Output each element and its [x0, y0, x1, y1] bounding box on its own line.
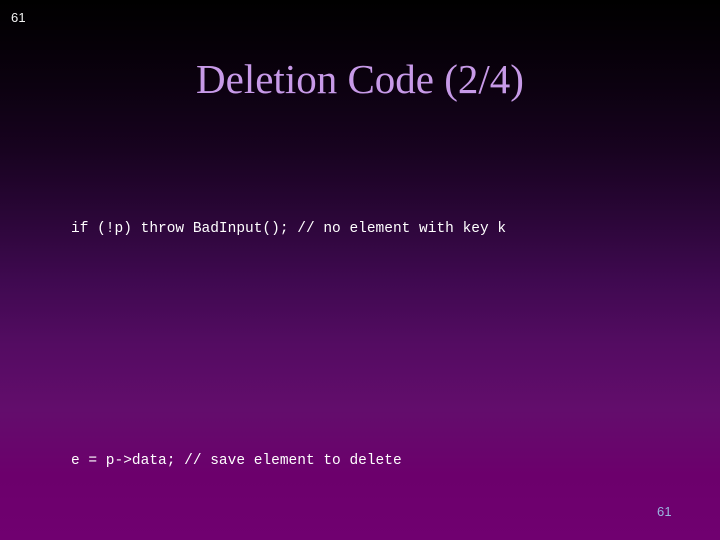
code-block-spacer [71, 336, 711, 355]
code-line: e = p->data; // save element to delete [71, 452, 402, 469]
slide-canvas: 61 Deletion Code (2/4) if (!p) throw Bad… [0, 0, 720, 540]
code-block-2: e = p->data; // save element to delete [71, 413, 711, 509]
slide-number-top-left: 61 [11, 10, 26, 25]
code-block-1: if (!p) throw BadInput(); // no element … [71, 182, 711, 278]
code-content: if (!p) throw BadInput(); // no element … [71, 124, 711, 540]
code-line: if (!p) throw BadInput(); // no element … [71, 221, 507, 238]
slide-number-bottom-right: 61 [657, 504, 672, 519]
page-title: Deletion Code (2/4) [196, 56, 524, 102]
